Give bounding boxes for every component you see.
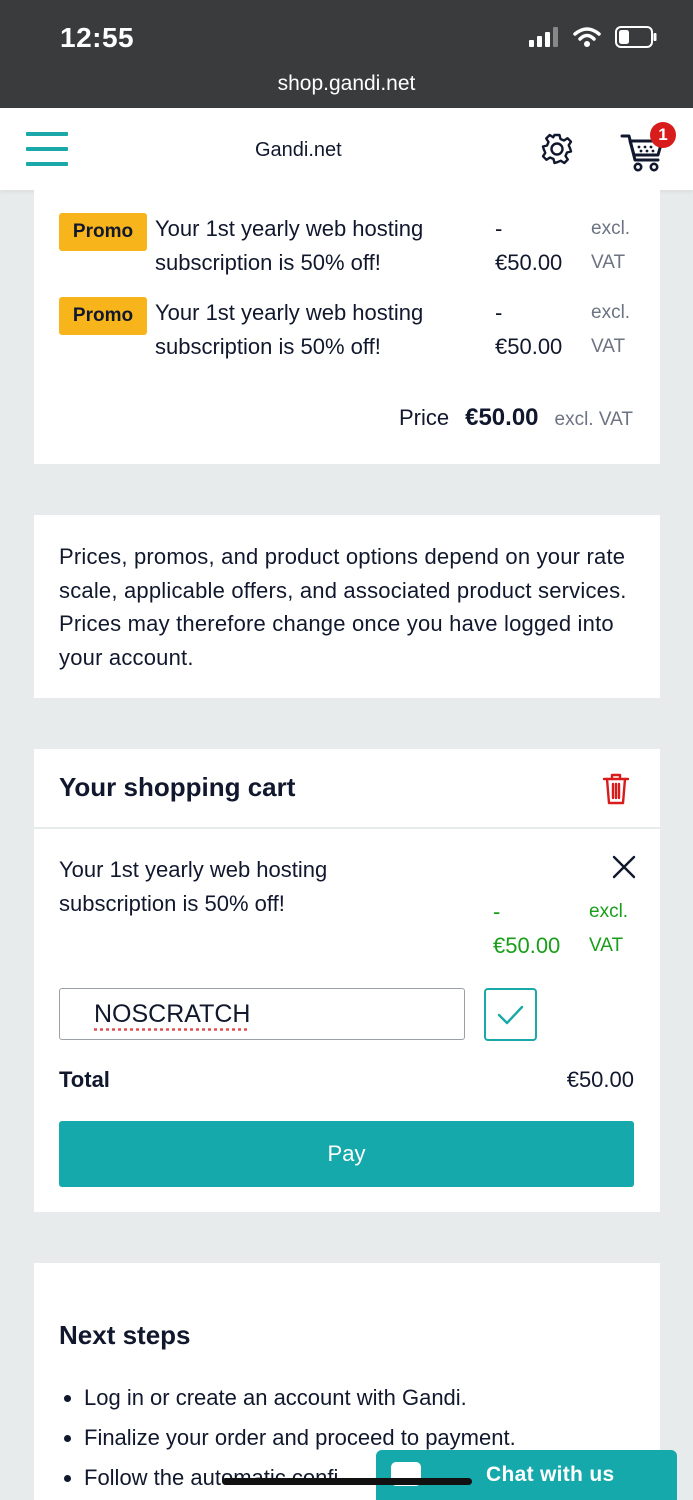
cart-item-amount: - €50.00 xyxy=(493,895,560,963)
promo-text: Your 1st yearly web hosting subscription… xyxy=(155,300,424,359)
cart-item-vat-excl: excl. xyxy=(589,901,629,922)
check-icon xyxy=(497,1005,524,1025)
chat-label: Chat with us xyxy=(486,1463,615,1486)
battery-icon xyxy=(615,26,657,48)
apply-coupon-button[interactable] xyxy=(484,988,537,1041)
pay-button[interactable]: Pay xyxy=(59,1121,634,1187)
promo-card: Promo Your 1st yearly web hosting subscr… xyxy=(34,190,660,464)
price-label: Price xyxy=(398,405,450,430)
list-item: Log in or create an account with Gandi. xyxy=(84,1378,516,1418)
status-bar: 12:55 shop.gandi.net xyxy=(0,0,693,108)
promo-badge: Promo xyxy=(59,297,147,335)
coupon-input[interactable]: NOSCRATCH xyxy=(59,988,465,1040)
pricing-info-card: Prices, promos, and product options depe… xyxy=(34,515,660,698)
chat-button[interactable]: Chat with us xyxy=(376,1450,677,1500)
wifi-icon xyxy=(573,27,601,47)
total-value: €50.00 xyxy=(566,1067,634,1092)
divider xyxy=(34,827,660,829)
cart-item-sign: - xyxy=(493,899,501,924)
close-icon[interactable] xyxy=(612,855,636,879)
total-label: Total xyxy=(59,1067,110,1092)
cart-count-badge: 1 xyxy=(650,122,676,148)
promo-row: Promo Your 1st yearly web hosting subscr… xyxy=(34,190,660,275)
promo-amount: - €50.00 xyxy=(495,296,562,364)
signal-icon xyxy=(529,27,558,47)
cart-item-name: Your 1st yearly web hosting subscription… xyxy=(59,857,328,916)
promo-vat-label: VAT xyxy=(591,336,626,357)
shopping-cart-card: Your shopping cart Your 1st yearly web h… xyxy=(34,749,660,1212)
price-vat: excl. VAT xyxy=(554,409,633,430)
promo-vat: excl. VAT xyxy=(591,296,630,364)
promo-badge: Promo xyxy=(59,213,147,251)
brand-name[interactable]: Gandi.net xyxy=(255,139,342,162)
cart-title: Your shopping cart xyxy=(59,772,296,802)
cart-item-vat: excl. VAT xyxy=(589,895,628,963)
home-indicator xyxy=(222,1478,472,1485)
promo-row: Promo Your 1st yearly web hosting subscr… xyxy=(34,274,660,359)
promo-text: Your 1st yearly web hosting subscription… xyxy=(155,216,424,275)
promo-vat-excl: excl. xyxy=(591,218,631,239)
promo-amount-sign: - xyxy=(495,300,503,325)
promo-amount-sign: - xyxy=(495,216,503,241)
cart-item-value: €50.00 xyxy=(493,933,561,958)
menu-icon[interactable] xyxy=(26,132,68,166)
trash-icon[interactable] xyxy=(602,773,630,805)
price-line: Price €50.00 excl. VAT xyxy=(399,404,633,432)
status-time: 12:55 xyxy=(60,22,135,53)
price-value: €50.00 xyxy=(465,404,539,431)
promo-amount-value: €50.00 xyxy=(495,334,563,359)
url-bar[interactable]: shop.gandi.net xyxy=(0,72,693,96)
promo-amount: - €50.00 xyxy=(495,212,562,280)
pricing-info-text: Prices, promos, and product options depe… xyxy=(59,544,627,670)
gear-icon[interactable] xyxy=(540,132,574,166)
promo-vat-excl: excl. xyxy=(591,302,631,323)
next-steps-title: Next steps xyxy=(59,1320,191,1350)
top-nav: Gandi.net xyxy=(0,108,693,190)
promo-vat: excl. VAT xyxy=(591,212,630,280)
status-icons xyxy=(529,26,657,48)
cart-item-vat-label: VAT xyxy=(589,935,624,956)
